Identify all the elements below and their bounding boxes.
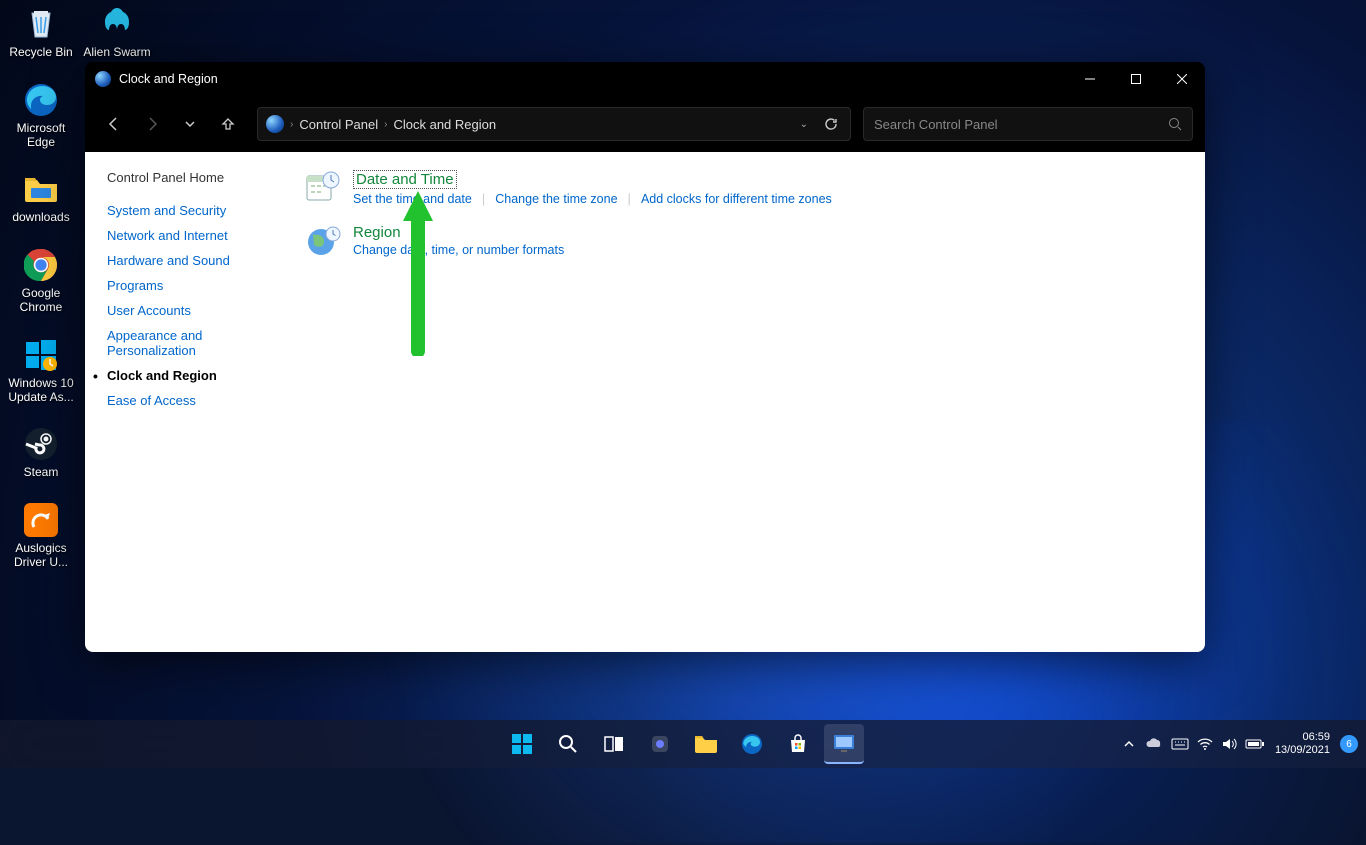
notification-badge[interactable]: 6 — [1340, 735, 1358, 753]
date-time-heading[interactable]: Date and Time — [353, 170, 457, 189]
desktop-icon-alien-swarm[interactable]: Alien Swarm — [80, 4, 154, 60]
tray-keyboard-icon[interactable] — [1171, 738, 1189, 750]
taskbar-store-button[interactable] — [778, 724, 818, 764]
desktop-icon-label: Google Chrome — [4, 287, 78, 315]
desktop-icons-column: Recycle Bin Microsoft Edge downloads Goo… — [4, 4, 78, 570]
taskbar-widgets-button[interactable] — [640, 724, 680, 764]
date-time-section: Date and Time Set the time and date | Ch… — [305, 170, 1185, 208]
link-add-clocks[interactable]: Add clocks for different time zones — [641, 192, 832, 206]
sidebar-item-programs[interactable]: Programs — [107, 278, 275, 293]
tray-volume-icon[interactable] — [1221, 737, 1237, 751]
taskbar-date: 13/09/2021 — [1275, 744, 1330, 757]
link-change-formats[interactable]: Change date, time, or number formats — [353, 243, 564, 257]
breadcrumb-section[interactable]: Clock and Region — [393, 117, 496, 132]
link-change-time-zone[interactable]: Change the time zone — [495, 192, 617, 206]
sidebar: Control Panel Home System and Security N… — [85, 152, 285, 652]
tray-wifi-icon[interactable] — [1197, 738, 1213, 750]
search-box[interactable] — [863, 107, 1193, 141]
taskbar-center — [502, 724, 864, 764]
desktop-icon-label: Windows 10 Update As... — [4, 377, 78, 405]
sidebar-item-appearance[interactable]: Appearance and Personalization — [107, 328, 275, 358]
edge-icon — [21, 80, 61, 120]
desktop-icon-label: Microsoft Edge — [4, 122, 78, 150]
taskbar-taskview-button[interactable] — [594, 724, 634, 764]
tray-battery-icon[interactable] — [1245, 738, 1265, 750]
date-time-icon — [305, 170, 343, 208]
breadcrumb-root[interactable]: Control Panel — [299, 117, 378, 132]
windows-update-icon — [21, 335, 61, 375]
sidebar-item-hardware-sound[interactable]: Hardware and Sound — [107, 253, 275, 268]
recent-locations-button[interactable] — [173, 107, 207, 141]
main-content: Date and Time Set the time and date | Ch… — [285, 152, 1205, 652]
up-button[interactable] — [211, 107, 245, 141]
folder-icon — [21, 169, 61, 209]
desktop-icon-label: Recycle Bin — [9, 46, 72, 60]
desktop-icon-label: Auslogics Driver U... — [4, 542, 78, 570]
window-title: Clock and Region — [119, 72, 218, 86]
close-button[interactable] — [1159, 62, 1205, 96]
control-panel-window: Clock and Region › Control Panel › Clock… — [85, 62, 1205, 652]
sidebar-item-clock-region[interactable]: Clock and Region — [107, 368, 275, 383]
maximize-button[interactable] — [1113, 62, 1159, 96]
steam-icon — [21, 424, 61, 464]
chevron-right-icon: › — [290, 119, 293, 130]
taskbar-explorer-button[interactable] — [686, 724, 726, 764]
window-content: Control Panel Home System and Security N… — [85, 152, 1205, 652]
navigation-bar: › Control Panel › Clock and Region ⌄ — [85, 96, 1205, 152]
forward-button[interactable] — [135, 107, 169, 141]
control-panel-home-link[interactable]: Control Panel Home — [107, 170, 275, 185]
link-set-time-date[interactable]: Set the time and date — [353, 192, 472, 206]
recycle-bin-icon — [21, 4, 61, 44]
taskbar-clock[interactable]: 06:59 13/09/2021 — [1275, 731, 1330, 757]
desktop-icon-label: Steam — [24, 466, 59, 480]
address-bar[interactable]: › Control Panel › Clock and Region ⌄ — [257, 107, 851, 141]
taskbar: 06:59 13/09/2021 6 — [0, 720, 1366, 768]
desktop-icon-chrome[interactable]: Google Chrome — [4, 245, 78, 315]
desktop-icon-downloads[interactable]: downloads — [4, 169, 78, 225]
address-dropdown-button[interactable]: ⌄ — [794, 119, 814, 130]
search-icon[interactable] — [1168, 117, 1182, 131]
desktop-icon-label: downloads — [12, 211, 69, 225]
auslogics-icon — [21, 500, 61, 540]
minimize-button[interactable] — [1067, 62, 1113, 96]
alien-swarm-icon — [97, 4, 137, 44]
region-heading[interactable]: Region — [353, 224, 401, 241]
tray-onedrive-icon[interactable] — [1145, 738, 1163, 750]
back-button[interactable] — [97, 107, 131, 141]
titlebar[interactable]: Clock and Region — [85, 62, 1205, 96]
taskbar-edge-button[interactable] — [732, 724, 772, 764]
desktop-icon-recycle-bin[interactable]: Recycle Bin — [4, 4, 78, 60]
desktop-icon-label: Alien Swarm — [83, 46, 150, 60]
sidebar-item-ease-access[interactable]: Ease of Access — [107, 393, 275, 408]
desktop-icon-win10-update[interactable]: Windows 10 Update As... — [4, 335, 78, 405]
chevron-right-icon: › — [384, 119, 387, 130]
desktop-icon-edge[interactable]: Microsoft Edge — [4, 80, 78, 150]
taskbar-time: 06:59 — [1275, 731, 1330, 744]
tray-overflow-button[interactable] — [1123, 738, 1135, 750]
control-panel-icon — [95, 71, 111, 87]
control-panel-globe-icon — [266, 115, 284, 133]
sidebar-item-system-security[interactable]: System and Security — [107, 203, 275, 218]
sidebar-item-network-internet[interactable]: Network and Internet — [107, 228, 275, 243]
taskbar-control-panel-button[interactable] — [824, 724, 864, 764]
taskbar-right: 06:59 13/09/2021 6 — [1123, 731, 1358, 757]
separator: | — [628, 191, 631, 206]
separator: | — [482, 191, 485, 206]
desktop-icon-steam[interactable]: Steam — [4, 424, 78, 480]
refresh-button[interactable] — [820, 117, 842, 131]
start-button[interactable] — [502, 724, 542, 764]
region-icon — [305, 224, 343, 262]
taskbar-search-button[interactable] — [548, 724, 588, 764]
search-input[interactable] — [874, 117, 1168, 132]
desktop-icons-row2: Alien Swarm — [80, 4, 154, 60]
region-section: Region Change date, time, or number form… — [305, 224, 1185, 262]
sidebar-item-user-accounts[interactable]: User Accounts — [107, 303, 275, 318]
desktop-icon-auslogics[interactable]: Auslogics Driver U... — [4, 500, 78, 570]
chrome-icon — [21, 245, 61, 285]
